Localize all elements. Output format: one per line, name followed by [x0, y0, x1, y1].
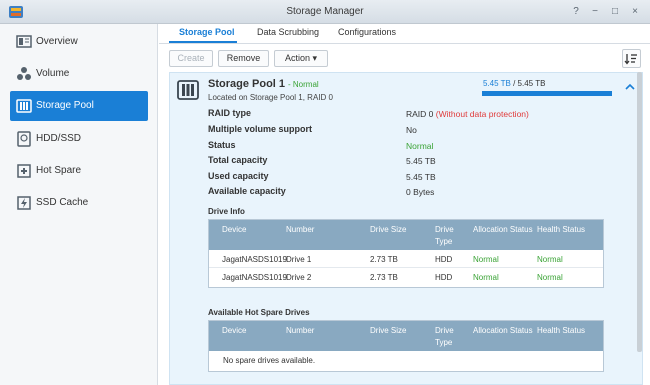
multiple-volume-value: No: [406, 125, 417, 135]
maximize-icon[interactable]: □: [609, 5, 621, 19]
column-header: Drive Type: [435, 326, 454, 347]
active-tab-indicator: [169, 41, 237, 43]
size-cell: 2.73 TB: [370, 273, 398, 282]
total-capacity-label: Total capacity: [208, 155, 268, 165]
pool-usage-text: 5.45 TB / 5.45 TB: [483, 79, 545, 88]
pool-status: - Normal: [288, 80, 319, 89]
sidebar-item-label: Hot Spare: [36, 165, 82, 176]
usage-used: 5.45 TB: [483, 79, 511, 88]
usage-bar: [482, 91, 612, 96]
column-header: Health Status: [537, 326, 586, 335]
device-cell: JagatNASDS1019: [222, 273, 287, 282]
empty-row: No spare drives available.: [209, 351, 603, 369]
drive-info-header: Device Number Drive Size Drive Type Allo…: [209, 220, 603, 250]
table-row[interactable]: JagatNASDS1019 Drive 2 2.73 TB HDD Norma…: [209, 268, 603, 286]
sidebar-item-label: HDD/SSD: [36, 133, 82, 144]
used-capacity-label: Used capacity: [208, 171, 269, 181]
status-value: Normal: [406, 141, 434, 151]
volume-icon: [17, 67, 31, 80]
type-cell: HDD: [435, 273, 453, 282]
column-header: Allocation Status: [473, 326, 533, 335]
column-header: Number: [286, 225, 315, 234]
available-capacity-label: Available capacity: [208, 186, 286, 196]
action-dropdown-button[interactable]: Action ▾: [274, 50, 328, 67]
pool-location: Located on Storage Pool 1, RAID 0: [208, 93, 333, 102]
hot-spare-table: Device Number Drive Size Drive Type Allo…: [208, 320, 604, 372]
drive-info-title: Drive Info: [208, 207, 245, 216]
sidebar-item-storage-pool[interactable]: Storage Pool: [10, 91, 148, 121]
tab-storage-pool[interactable]: Storage Pool: [179, 27, 235, 37]
column-header: Drive Size: [370, 225, 407, 234]
create-button[interactable]: Create: [169, 50, 213, 67]
column-header: Allocation Status: [473, 225, 533, 234]
hot-spare-title: Available Hot Spare Drives: [208, 308, 310, 317]
main-content: Storage Pool Data Scrubbing Configuratio…: [159, 24, 650, 385]
tab-configurations[interactable]: Configurations: [338, 27, 396, 37]
available-capacity-value: 0 Bytes: [406, 187, 435, 197]
used-capacity-value: 5.45 TB: [406, 172, 436, 182]
close-icon[interactable]: ×: [629, 5, 641, 19]
type-cell: HDD: [435, 255, 453, 264]
sidebar-item-hdd-ssd[interactable]: HDD/SSD: [10, 124, 148, 154]
chevron-up-icon[interactable]: [625, 83, 635, 91]
number-cell: Drive 1: [286, 255, 312, 264]
status-label: Status: [208, 140, 236, 150]
sidebar-item-volume[interactable]: Volume: [10, 59, 148, 89]
usage-total: 5.45 TB: [517, 79, 546, 88]
column-header: Drive Size: [370, 326, 407, 335]
health-cell: Normal: [537, 273, 563, 282]
storage-pool-icon: [16, 99, 32, 113]
ssd-cache-icon: [17, 196, 31, 210]
sidebar-item-label: Storage Pool: [36, 100, 94, 111]
minimize-icon[interactable]: −: [589, 5, 601, 19]
hot-spare-header: Device Number Drive Size Drive Type Allo…: [209, 321, 603, 351]
sidebar-item-label: Volume: [36, 68, 70, 79]
tab-data-scrubbing[interactable]: Data Scrubbing: [257, 27, 319, 37]
drive-info-table: Device Number Drive Size Drive Type Allo…: [208, 219, 604, 288]
health-cell: Normal: [537, 255, 563, 264]
size-cell: 2.73 TB: [370, 255, 398, 264]
sidebar: Overview Volume Storage Pool HDD/SSD Hot…: [0, 24, 158, 385]
sort-button[interactable]: [622, 49, 641, 68]
sidebar-item-ssd-cache[interactable]: SSD Cache: [10, 188, 148, 218]
caret-down-icon: ▾: [312, 53, 318, 63]
column-header: Drive Type: [435, 225, 454, 246]
sidebar-item-label: Overview: [36, 36, 78, 47]
number-cell: Drive 2: [286, 273, 312, 282]
empty-message: No spare drives available.: [223, 356, 316, 365]
column-header: Device: [222, 326, 247, 335]
usage-bar-fill: [482, 91, 612, 96]
raid-type-value: RAID 0 (Without data protection): [406, 109, 529, 119]
multiple-volume-label: Multiple volume support: [208, 124, 313, 134]
window-title: Storage Manager: [286, 6, 364, 17]
storage-pool-panel: Storage Pool 1 - Normal Located on Stora…: [169, 72, 643, 385]
sort-icon: [624, 54, 637, 65]
action-label: Action: [284, 53, 310, 63]
allocation-cell: Normal: [473, 255, 499, 264]
allocation-cell: Normal: [473, 273, 499, 282]
column-header: Device: [222, 225, 247, 234]
column-header: Number: [286, 326, 315, 335]
pool-name: Storage Pool 1: [208, 78, 286, 90]
raid-type-value-text: RAID 0: [406, 109, 434, 119]
vertical-scrollbar[interactable]: [637, 72, 642, 352]
remove-button[interactable]: Remove: [218, 50, 269, 67]
help-icon[interactable]: ?: [570, 5, 582, 19]
raid-type-label: RAID type: [208, 108, 252, 118]
device-cell: JagatNASDS1019: [222, 255, 287, 264]
title-bar: Storage Manager ? − □ ×: [0, 0, 650, 24]
tab-bar: Storage Pool Data Scrubbing Configuratio…: [159, 24, 650, 44]
storage-pool-icon: [177, 80, 199, 100]
sidebar-item-hot-spare[interactable]: Hot Spare: [10, 156, 148, 186]
sidebar-item-label: SSD Cache: [36, 197, 89, 208]
sidebar-item-overview[interactable]: Overview: [10, 27, 148, 57]
overview-icon: [16, 35, 32, 48]
table-row[interactable]: JagatNASDS1019 Drive 1 2.73 TB HDD Norma…: [209, 250, 603, 268]
usage-separator: /: [510, 79, 518, 88]
total-capacity-value: 5.45 TB: [406, 156, 436, 166]
raid-type-note: (Without data protection): [435, 109, 529, 119]
column-header: Health Status: [537, 225, 586, 234]
hdd-icon: [17, 131, 31, 147]
hot-spare-icon: [17, 164, 31, 178]
